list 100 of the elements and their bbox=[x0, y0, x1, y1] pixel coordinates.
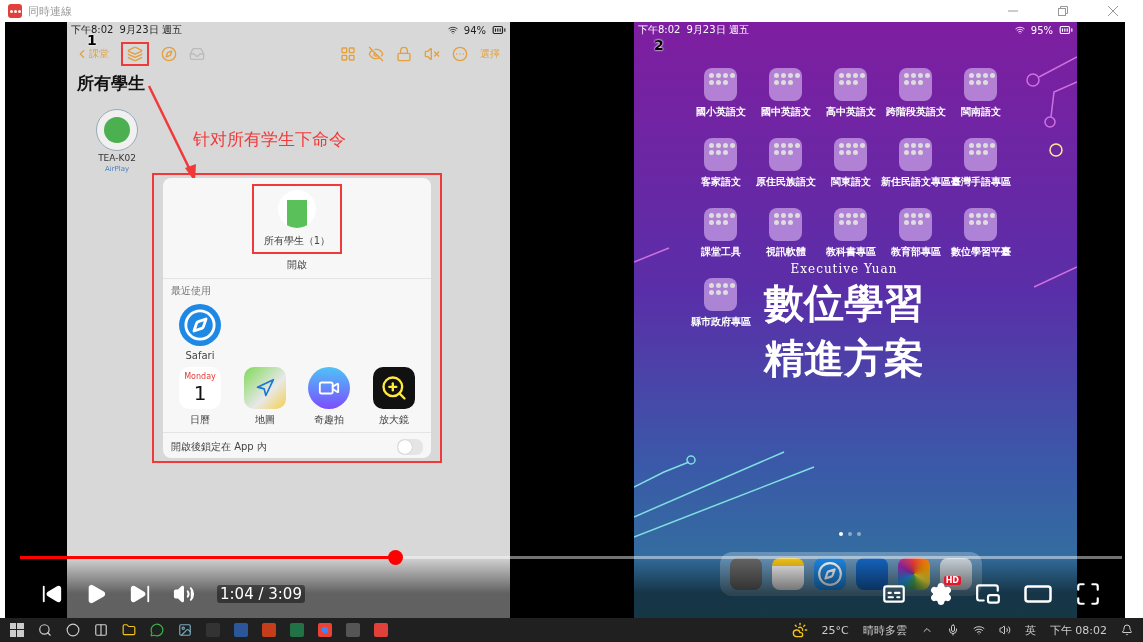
image-icon[interactable] bbox=[178, 623, 192, 637]
wallpaper-headline: 數位學習 bbox=[764, 279, 924, 328]
clock: 下午 08:02 bbox=[1049, 622, 1107, 638]
folder-label: 教育部專區 bbox=[890, 245, 941, 259]
app-label: 放大鏡 bbox=[378, 413, 409, 427]
wifi-icon[interactable] bbox=[972, 624, 985, 636]
time-display: 1:04 / 3:09 bbox=[217, 585, 305, 603]
folder-icon[interactable] bbox=[834, 208, 867, 241]
folder-label: 課堂工具 bbox=[700, 245, 741, 259]
folder-icon[interactable] bbox=[899, 68, 932, 101]
wifi-icon bbox=[1014, 25, 1025, 35]
folder-icon[interactable] bbox=[769, 68, 802, 101]
folder-label: 國小英語文 bbox=[695, 105, 746, 119]
windows-logo-icon[interactable] bbox=[10, 623, 24, 637]
app-label: 日曆 bbox=[190, 413, 210, 427]
map-icon[interactable] bbox=[243, 367, 286, 409]
folder-icon[interactable] bbox=[964, 208, 997, 241]
folder-label: 跨階段英語文 bbox=[885, 105, 946, 119]
previous-button[interactable] bbox=[41, 583, 63, 605]
next-button[interactable] bbox=[129, 583, 151, 605]
notes-icon[interactable] bbox=[772, 558, 804, 590]
folder-icon[interactable] bbox=[899, 138, 932, 171]
folder-label: 新住民語文專區 bbox=[880, 175, 951, 189]
microphone-icon[interactable] bbox=[946, 624, 959, 636]
input-method: 英 bbox=[1024, 622, 1036, 638]
folder-icon[interactable] bbox=[769, 138, 802, 171]
folder-label: 視訊軟體 bbox=[765, 245, 806, 259]
annotation-text: 针对所有学生下命令 bbox=[193, 128, 346, 151]
restore-icon[interactable] bbox=[1058, 6, 1068, 16]
flower-icon[interactable] bbox=[898, 558, 930, 590]
folder-label: 高中英語文 bbox=[825, 105, 876, 119]
folder-icon[interactable] bbox=[704, 278, 737, 311]
folder-label: 原住民族語文 bbox=[755, 175, 816, 189]
battery-icon bbox=[1059, 23, 1073, 37]
wallpaper-subtitle: Executive Yuan bbox=[790, 262, 898, 276]
app-logo-icon bbox=[8, 4, 22, 18]
folder-icon[interactable] bbox=[899, 208, 932, 241]
hd-badge: HD bbox=[943, 576, 961, 585]
compass-icon[interactable] bbox=[179, 304, 221, 346]
weekday-label: Monday bbox=[184, 371, 216, 381]
task-view-icon[interactable] bbox=[94, 623, 108, 637]
wifi-icon bbox=[447, 25, 458, 35]
window-title: 同時連線 bbox=[28, 3, 73, 19]
circle-icon[interactable] bbox=[66, 623, 80, 637]
folder-label: 閩東語文 bbox=[830, 175, 871, 189]
folder-label: 閩南語文 bbox=[960, 105, 1001, 119]
fullscreen-button[interactable] bbox=[1075, 581, 1101, 607]
folder-label: 客家語文 bbox=[700, 175, 741, 189]
app-label: 奇趣拍 bbox=[314, 413, 345, 427]
search-icon[interactable] bbox=[38, 623, 52, 637]
speaker-icon[interactable] bbox=[998, 624, 1011, 636]
folder-icon[interactable] bbox=[704, 138, 737, 171]
close-icon[interactable] bbox=[1108, 6, 1118, 16]
temperature: 25°C bbox=[821, 623, 849, 637]
notification-icon[interactable] bbox=[1121, 624, 1133, 636]
back-button[interactable]: 課堂 bbox=[75, 47, 109, 61]
folder-icon[interactable] bbox=[834, 138, 867, 171]
status-date: 9月23日 週五 bbox=[119, 23, 182, 37]
folder-icon[interactable] bbox=[964, 138, 997, 171]
folder-icon[interactable] bbox=[964, 68, 997, 101]
page-dot[interactable] bbox=[839, 532, 843, 536]
wallpaper-headline: 精進方案 bbox=[764, 334, 924, 383]
miniplayer-button[interactable] bbox=[975, 581, 1001, 607]
open-label: 開啟 bbox=[287, 258, 307, 272]
magnifier-icon[interactable] bbox=[372, 367, 415, 409]
battery-percent: 95% bbox=[1030, 24, 1053, 36]
weather-icon bbox=[791, 622, 808, 638]
compass-icon[interactable] bbox=[814, 558, 846, 590]
calendar-icon[interactable]: Monday 1 bbox=[179, 367, 221, 409]
student-name: TEA-K02 bbox=[98, 153, 136, 163]
folder-icon[interactable] bbox=[834, 68, 867, 101]
step-number: 2 bbox=[653, 38, 665, 52]
folder-label: 教科書專區 bbox=[825, 245, 876, 259]
video-camera-icon[interactable] bbox=[308, 367, 351, 409]
battery-icon bbox=[492, 23, 506, 37]
section-heading: 最近使用 bbox=[171, 284, 212, 298]
date-label: 1 bbox=[193, 380, 207, 405]
battery-percent: 94% bbox=[463, 24, 486, 36]
status-date: 9月23日 週五 bbox=[686, 23, 749, 37]
chat-icon[interactable] bbox=[150, 623, 164, 637]
page-title: 所有學生 bbox=[76, 72, 146, 95]
page-dot[interactable] bbox=[848, 532, 852, 536]
settings-button[interactable] bbox=[929, 582, 953, 606]
folder-icon[interactable] bbox=[769, 208, 802, 241]
folder-icon[interactable] bbox=[122, 623, 136, 637]
group-name: 所有學生（1） bbox=[263, 234, 331, 248]
status-time: 下午8:02 bbox=[638, 23, 681, 37]
folder-label: 縣市政府專區 bbox=[690, 315, 751, 329]
folder-label: 數位學習平臺 bbox=[950, 245, 1011, 259]
folder-icon[interactable] bbox=[704, 68, 737, 101]
folder-icon[interactable] bbox=[704, 208, 737, 241]
page-dot[interactable] bbox=[857, 532, 861, 536]
app-label: Safari bbox=[185, 350, 215, 361]
lock-toggle[interactable] bbox=[397, 439, 423, 455]
app-label: 地圖 bbox=[254, 413, 275, 427]
select-button[interactable]: 選擇 bbox=[480, 47, 500, 61]
folder-label: 國中英語文 bbox=[760, 105, 811, 119]
weather-text: 晴時多雲 bbox=[862, 622, 907, 638]
lock-label: 開啟後鎖定在 App 內 bbox=[171, 440, 267, 454]
volume-button[interactable] bbox=[173, 583, 195, 605]
